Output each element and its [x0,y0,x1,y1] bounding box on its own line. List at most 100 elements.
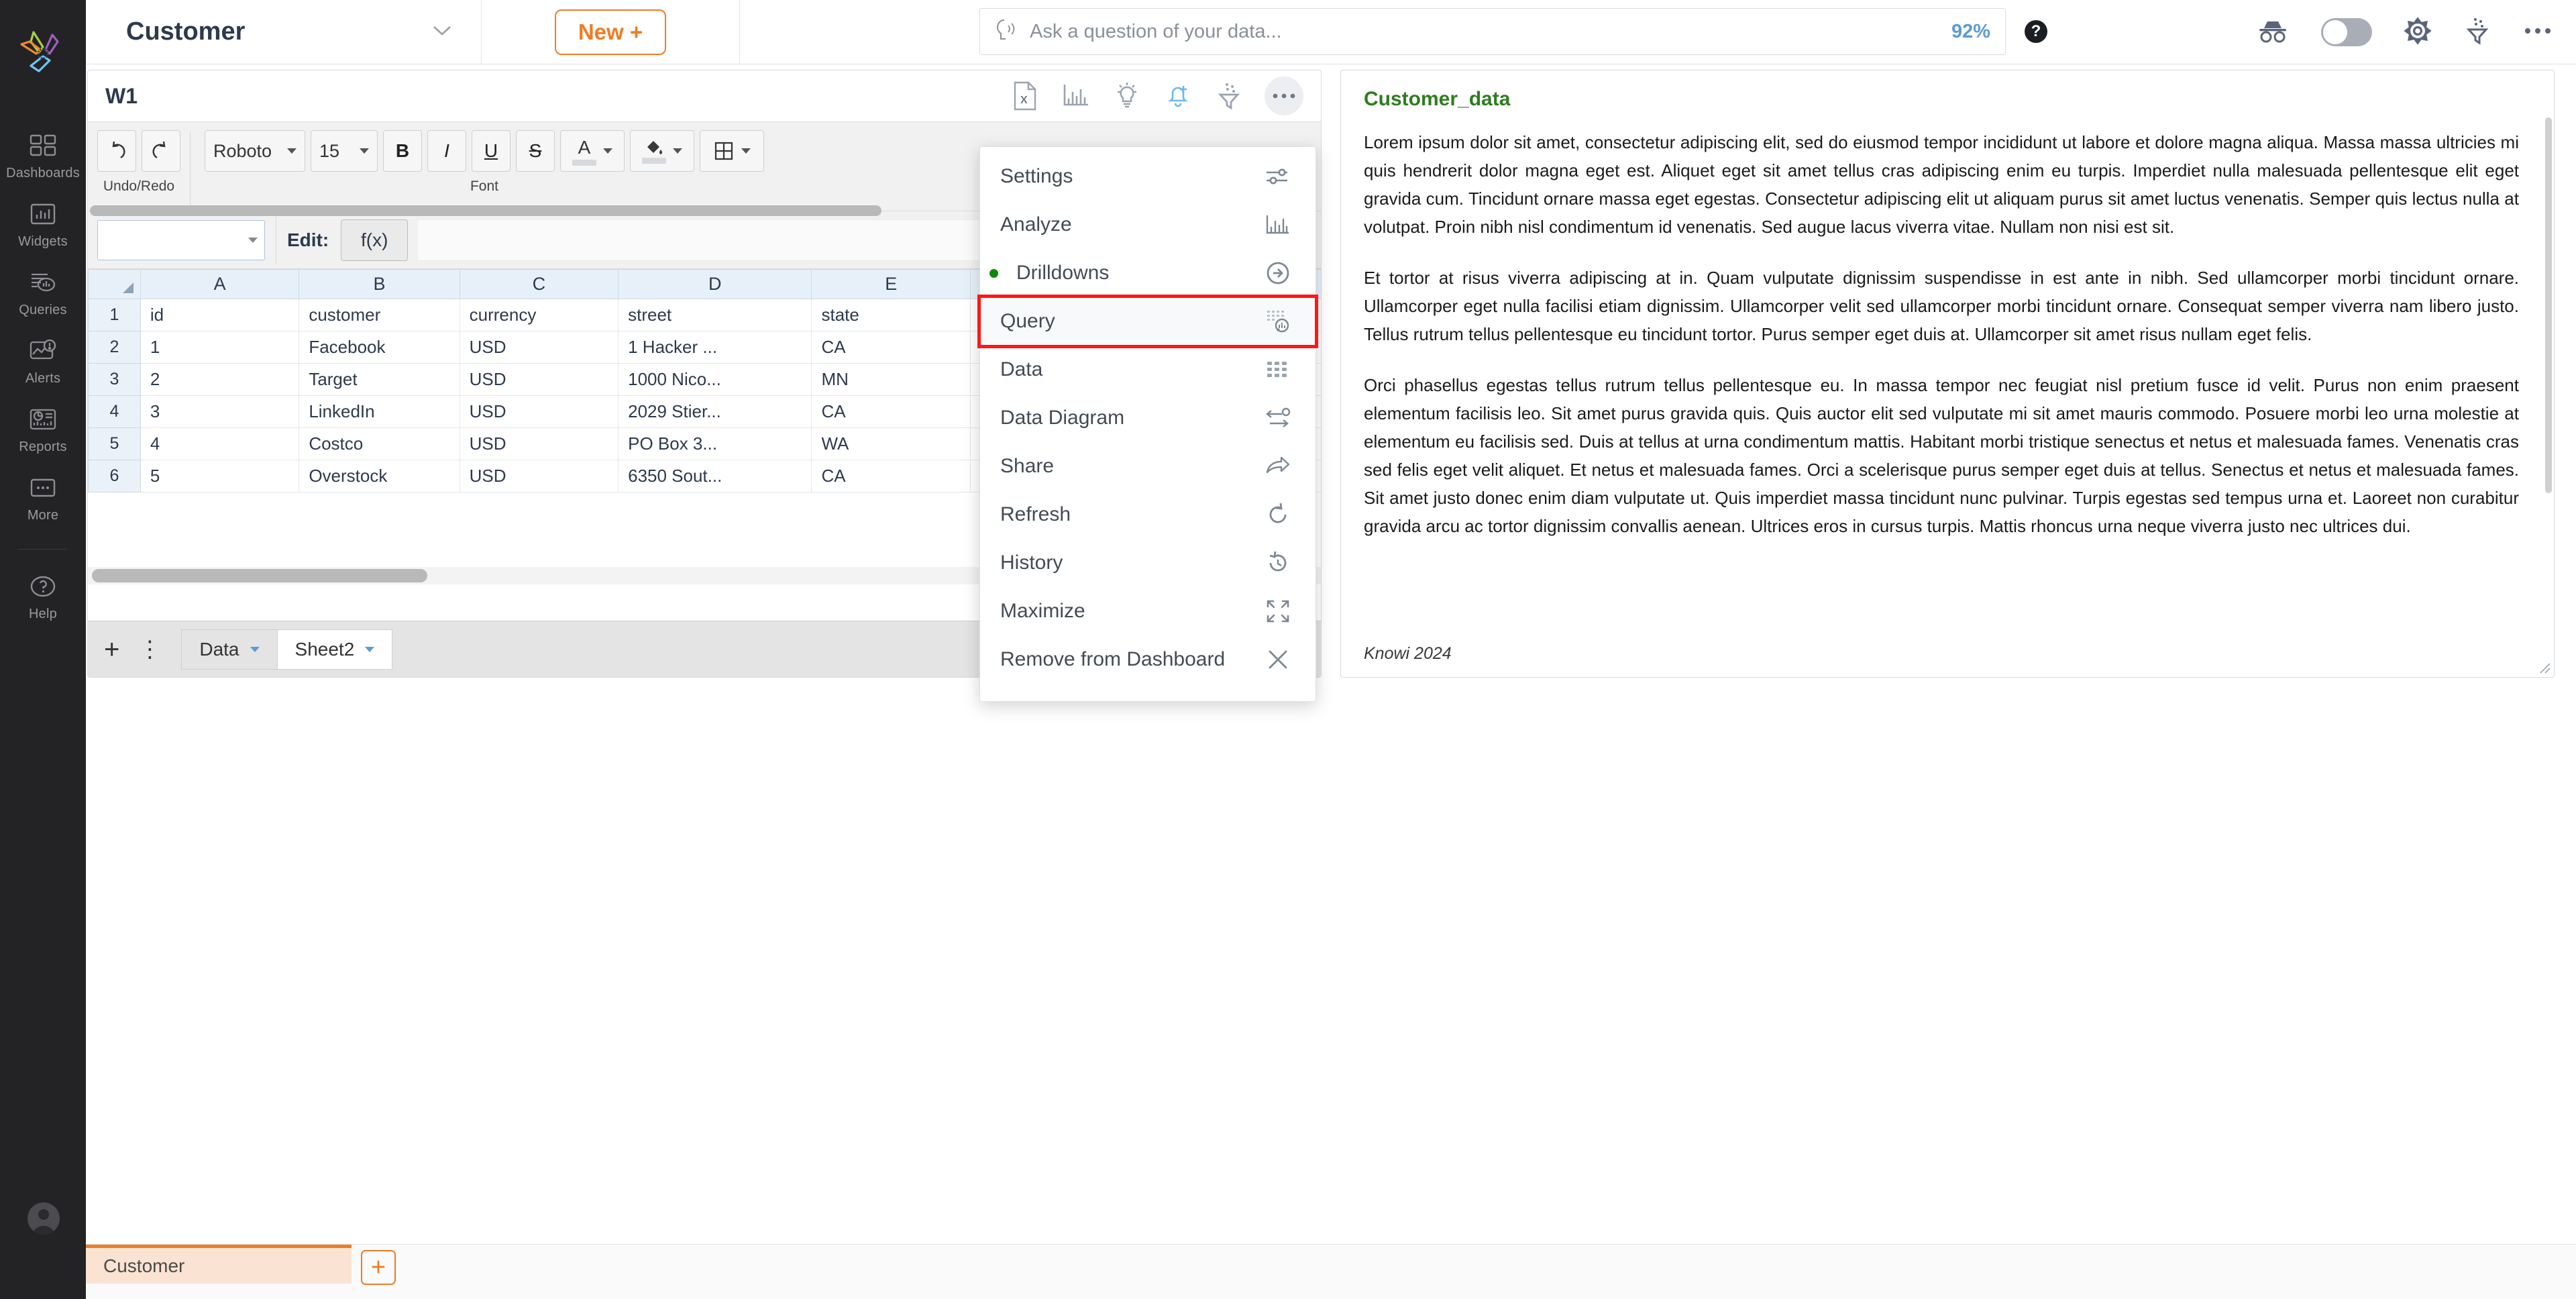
cell[interactable]: id [140,299,300,331]
select-all-corner[interactable] [88,269,141,299]
cell[interactable]: Costco [299,427,460,460]
cell[interactable]: LinkedIn [299,395,460,428]
cell[interactable]: 6350 Sout... [618,460,812,492]
menu-item-analyze[interactable]: Analyze [980,201,1316,249]
cell[interactable]: USD [459,460,619,492]
cell[interactable]: USD [459,363,619,396]
sidebar-item-alerts[interactable]: Alerts [0,326,86,395]
menu-item-drilldowns[interactable]: Drilldowns [980,249,1316,297]
cell[interactable]: USD [459,331,619,364]
cell[interactable]: Facebook [299,331,460,364]
cell[interactable]: 5 [140,460,300,492]
underline-button[interactable]: U [472,130,511,172]
cell[interactable]: 3 [140,395,300,428]
filter-icon[interactable] [2463,16,2491,49]
cell[interactable]: 2 [140,363,300,396]
column-header[interactable]: E [811,269,971,299]
toolbar-scrollbar[interactable] [90,205,962,219]
row-header[interactable]: 3 [88,363,141,396]
add-sheet-button[interactable]: + [104,636,119,663]
cell[interactable]: WA [811,427,971,460]
font-size-select[interactable]: 15 [311,130,378,172]
gear-icon[interactable] [2403,16,2432,49]
theme-toggle[interactable] [2321,18,2372,46]
search-help-icon[interactable]: ? [2025,20,2047,43]
cell[interactable]: customer [299,299,460,331]
cell[interactable]: 1000 Nico... [618,363,812,396]
cell[interactable]: MN [811,363,971,396]
function-button[interactable]: f(x) [341,219,409,261]
cell[interactable]: USD [459,395,619,428]
text-widget-scrollbar[interactable] [2545,117,2552,627]
name-box[interactable] [97,219,265,260]
cell[interactable]: currency [459,299,619,331]
scrollbar-thumb[interactable] [90,205,881,216]
menu-item-settings[interactable]: Settings [980,152,1316,201]
menu-item-data-diagram[interactable]: Data Diagram [980,394,1316,442]
scrollbar-thumb[interactable] [2545,117,2552,493]
cell[interactable]: 2029 Stier... [618,395,812,428]
text-color-button[interactable]: A [560,130,625,172]
row-header[interactable]: 1 [88,299,141,331]
sidebar-item-more[interactable]: More [0,463,86,531]
sheet-tab-sheet2[interactable]: Sheet2 [277,629,393,670]
sidebar-item-dashboards[interactable]: Dashboards [0,121,86,189]
redo-button[interactable] [142,130,180,172]
row-header[interactable]: 6 [88,460,141,492]
cell[interactable]: street [618,299,812,331]
cell[interactable]: 1 [140,331,300,364]
cell[interactable]: USD [459,427,619,460]
alert-bell-add-icon[interactable] [1163,81,1193,111]
cell[interactable]: PO Box 3... [618,427,812,460]
avatar[interactable] [28,1202,60,1235]
chevron-down-icon[interactable] [250,646,260,652]
sidebar-item-help[interactable]: Help [0,562,86,630]
export-excel-icon[interactable]: X [1010,81,1040,111]
column-header[interactable]: A [140,269,300,299]
bold-button[interactable]: B [383,130,422,172]
new-button[interactable]: New + [554,9,667,55]
cell[interactable]: 4 [140,427,300,460]
sidebar-item-queries[interactable]: Queries [0,258,86,326]
column-header[interactable]: D [618,269,812,299]
undo-button[interactable] [97,130,136,172]
column-header[interactable]: C [459,269,619,299]
cell[interactable]: CA [811,395,971,428]
chevron-down-icon[interactable] [365,646,375,652]
widget-menu-icon[interactable] [1265,76,1303,115]
overflow-menu-icon[interactable] [2522,24,2553,41]
menu-item-maximize[interactable]: Maximize [980,587,1316,635]
menu-item-query[interactable]: Query [977,295,1318,348]
cell[interactable]: Target [299,363,460,396]
cell[interactable]: 1 Hacker ... [618,331,812,364]
row-header[interactable]: 4 [88,395,141,428]
font-family-select[interactable]: Roboto [205,130,305,172]
filter-icon[interactable] [1214,81,1244,111]
scrollbar-thumb[interactable] [92,569,427,582]
incognito-icon[interactable] [2255,17,2290,48]
cell[interactable]: CA [811,460,971,492]
search-input[interactable]: Ask a question of your data... 92% [979,8,2006,55]
menu-item-share[interactable]: Share [980,442,1316,490]
chevron-down-icon[interactable] [431,23,453,40]
row-header[interactable]: 5 [88,427,141,460]
resize-handle-icon[interactable] [2536,660,2551,674]
voice-search-icon[interactable] [995,17,1019,46]
menu-item-refresh[interactable]: Refresh [980,490,1316,539]
dashboard-selector[interactable]: Customer [86,0,482,64]
row-header[interactable]: 2 [88,331,141,364]
strikethrough-button[interactable]: S [516,130,555,172]
sheet-menu-button[interactable]: ⋮ [138,636,161,663]
cell[interactable]: state [811,299,971,331]
add-dashboard-button[interactable]: + [361,1250,396,1285]
fill-color-button[interactable] [630,130,694,172]
menu-item-data[interactable]: Data [980,346,1316,394]
dashboard-tab-customer[interactable]: Customer [86,1245,352,1284]
menu-item-remove-from-dashboard[interactable]: Remove from Dashboard [980,635,1316,684]
borders-button[interactable] [700,130,764,172]
italic-button[interactable]: I [427,130,466,172]
column-header[interactable]: B [299,269,460,299]
chart-icon[interactable] [1061,81,1091,111]
cell[interactable]: Overstock [299,460,460,492]
sidebar-item-widgets[interactable]: Widgets [0,189,86,258]
